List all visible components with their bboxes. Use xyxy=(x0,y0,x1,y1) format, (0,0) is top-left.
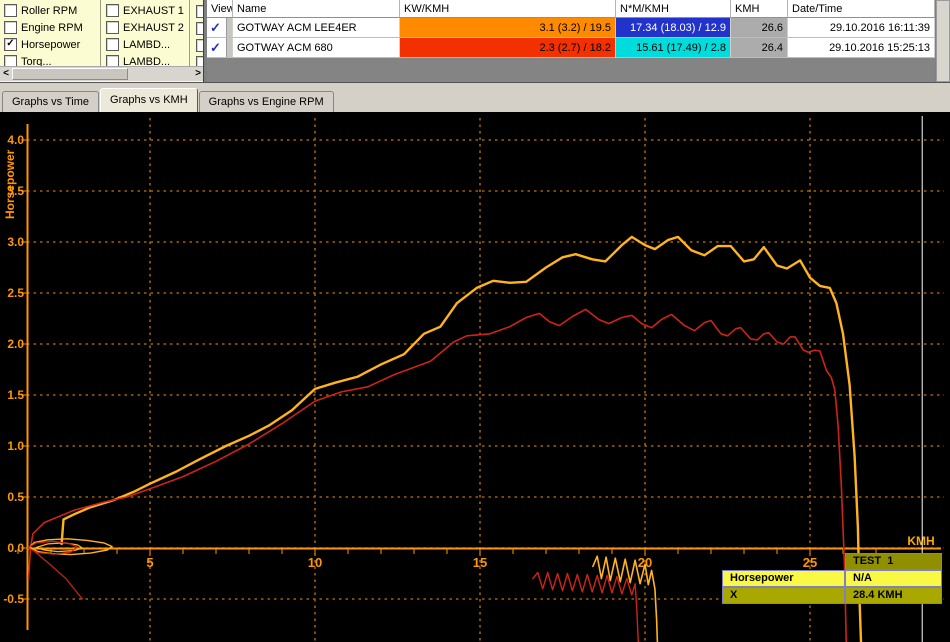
y-tick-label-3: 3.0 xyxy=(7,235,24,249)
y-tick-label-0: 0.0 xyxy=(7,541,24,555)
run-name-cell: GOTWAY ACM LEE4ER xyxy=(233,18,400,38)
col-header-datetime[interactable]: Date/Time xyxy=(788,0,935,18)
curve-lee4er-start-loop-inner xyxy=(36,543,82,552)
tab-graphs-vs-time[interactable]: Graphs vs Time xyxy=(2,91,99,112)
channel-label: Roller RPM xyxy=(21,5,77,17)
checkbox[interactable] xyxy=(106,21,119,34)
runs-table: View Name KW/KMH N*M/KMH KMH Date/Time ✓… xyxy=(207,0,935,82)
y-tick-label-1.5: 1.5 xyxy=(7,388,24,402)
tab-bar: Graphs vs Time Graphs vs KMH Graphs vs E… xyxy=(0,88,950,112)
channel-engine-rpm[interactable]: Engine RPM xyxy=(4,20,83,35)
x-tick-label-10: 10 xyxy=(308,555,322,570)
panel-column-divider xyxy=(100,0,101,66)
y-tick-label-1: 1.0 xyxy=(7,439,24,453)
curve-680-coast-down-tail xyxy=(533,573,639,642)
channel-label: LAMBD... xyxy=(123,39,170,51)
y-tick-label-2: 2.0 xyxy=(7,337,24,351)
kmh-cell: 26.4 xyxy=(731,38,788,58)
y-tick-label--0.5: -0.5 xyxy=(3,592,24,606)
y-tick-label-2.5: 2.5 xyxy=(7,286,24,300)
channel-exhaust-2[interactable]: EXHAUST 2 xyxy=(106,20,184,35)
scroll-left-arrow[interactable]: < xyxy=(0,67,12,81)
tooltip-x-value: 28.4 KMH xyxy=(845,587,942,604)
tooltip-channel-value: N/A xyxy=(845,570,942,587)
col-header-name[interactable]: Name xyxy=(233,0,400,18)
x-tick-label-25: 25 xyxy=(803,555,817,570)
datetime-cell: 29.10.2016 16:11:39 xyxy=(788,18,935,38)
curve-680-start-down-branch xyxy=(33,550,83,599)
scroll-right-arrow[interactable]: > xyxy=(192,67,204,81)
checkbox-partial[interactable] xyxy=(196,5,204,18)
row-grip xyxy=(226,18,232,38)
channel-label: EXHAUST 1 xyxy=(123,5,184,17)
check-icon: ✓ xyxy=(207,20,221,35)
view-check-cell[interactable]: ✓ xyxy=(207,18,233,38)
y-tick-label-0.5: 0.5 xyxy=(7,490,24,504)
nm-kmh-cell: 17.34 (18.03) / 12.9 xyxy=(616,18,731,38)
checkbox[interactable] xyxy=(106,38,119,51)
nm-kmh-cell: 15.61 (17.49) / 2.8 xyxy=(616,38,731,58)
panel-column-divider xyxy=(189,0,190,66)
table-row[interactable]: ✓ GOTWAY ACM 680 2.3 (2.7) / 18.2 15.61 … xyxy=(207,38,935,58)
kw-kmh-cell: 3.1 (3.2) / 19.5 xyxy=(400,18,616,38)
checkbox-partial[interactable] xyxy=(196,39,204,52)
tooltip-test-title: TEST 1 xyxy=(845,553,942,570)
chart-area[interactable]: 5101520254.03.53.02.52.01.51.00.50.0-0.5… xyxy=(0,112,950,642)
kw-kmh-cell: 2.3 (2.7) / 18.2 xyxy=(400,38,616,58)
x-tick-label-5: 5 xyxy=(146,555,153,570)
col-header-kmh[interactable]: KMH xyxy=(731,0,788,18)
x-tick-label-15: 15 xyxy=(473,555,487,570)
table-vertical-scrollbar[interactable] xyxy=(936,0,950,82)
table-row[interactable]: ✓ GOTWAY ACM LEE4ER 3.1 (3.2) / 19.5 17.… xyxy=(207,18,935,38)
app-window: { "left_panel": { "columns": [ { "items"… xyxy=(0,0,950,642)
y-axis-title: Horsepower xyxy=(3,149,17,219)
col-header-kw-kmh[interactable]: KW/KMH xyxy=(400,0,616,18)
check-icon: ✓ xyxy=(207,40,221,55)
channel-label: Horsepower xyxy=(21,39,80,51)
horsepower-vs-kmh-plot[interactable]: 5101520254.03.53.02.52.01.51.00.50.0-0.5… xyxy=(0,112,950,642)
col-header-nm-kmh[interactable]: N*M/KMH xyxy=(616,0,731,18)
channel-lambda-1[interactable]: LAMBD... xyxy=(106,37,170,52)
tab-graphs-vs-engine-rpm[interactable]: Graphs vs Engine RPM xyxy=(199,91,334,112)
top-section: Roller RPM Engine RPM ✓ Horsepower Torq.… xyxy=(0,0,950,82)
kmh-cell: 26.6 xyxy=(731,18,788,38)
channel-label: Engine RPM xyxy=(21,22,83,34)
checkbox-checked[interactable]: ✓ xyxy=(4,38,17,51)
channel-horsepower[interactable]: ✓ Horsepower xyxy=(4,37,80,52)
scrollbar-thumb[interactable] xyxy=(12,68,128,80)
channel-roller-rpm[interactable]: Roller RPM xyxy=(4,3,77,18)
checkbox[interactable] xyxy=(4,4,17,17)
channel-label: EXHAUST 2 xyxy=(123,22,184,34)
checkbox[interactable] xyxy=(106,4,119,17)
view-check-cell[interactable]: ✓ xyxy=(207,38,233,58)
tooltip-channel-label: Horsepower xyxy=(722,570,845,587)
tooltip-x-label: X xyxy=(722,587,845,604)
tab-graphs-vs-kmh[interactable]: Graphs vs KMH xyxy=(100,88,198,112)
col-header-view[interactable]: View xyxy=(207,0,233,18)
run-name-cell: GOTWAY ACM 680 xyxy=(233,38,400,58)
checkbox[interactable] xyxy=(4,21,17,34)
datetime-cell: 29.10.2016 15:25:13 xyxy=(788,38,935,58)
checkbox-partial[interactable] xyxy=(196,22,204,35)
x-axis-title: KMH xyxy=(907,534,934,548)
row-grip xyxy=(226,38,232,58)
channel-exhaust-1[interactable]: EXHAUST 1 xyxy=(106,3,184,18)
panel-horizontal-scrollbar[interactable]: < > xyxy=(0,66,204,81)
channel-panel: Roller RPM Engine RPM ✓ Horsepower Torq.… xyxy=(0,0,204,82)
y-tick-label-4: 4.0 xyxy=(7,133,24,147)
